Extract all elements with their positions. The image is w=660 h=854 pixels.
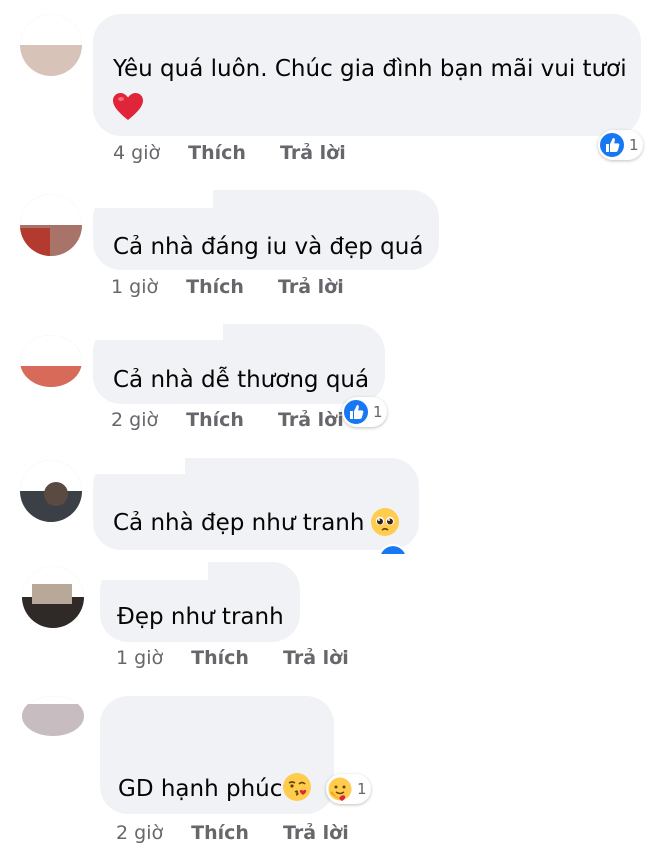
kissing-face-emoji-icon bbox=[282, 772, 312, 802]
reaction-count: 1 bbox=[373, 403, 383, 421]
like-button[interactable]: Thích bbox=[191, 647, 249, 669]
reaction-badge[interactable]: 1 bbox=[342, 397, 387, 427]
like-icon[interactable] bbox=[378, 544, 408, 554]
like-icon bbox=[598, 131, 626, 159]
comment-meta: 4 giờ Thích Trả lời bbox=[113, 142, 346, 164]
like-button[interactable]: Thích bbox=[188, 142, 246, 164]
comment-time: 1 giờ bbox=[116, 647, 164, 669]
comment-meta: 2 giờ Thích Trả lời bbox=[116, 822, 349, 844]
comment-meta: 2 giờ Thích Trả lời bbox=[111, 409, 344, 431]
comment-time: 2 giờ bbox=[111, 409, 159, 431]
comment-text: Cả nhà đẹp như tranh bbox=[113, 510, 365, 536]
avatar[interactable] bbox=[20, 194, 82, 256]
comment-meta: 1 giờ Thích Trả lời bbox=[111, 276, 344, 298]
comment-time: 2 giờ bbox=[116, 822, 164, 844]
like-icon bbox=[342, 398, 370, 426]
comment-time: 4 giờ bbox=[113, 142, 161, 164]
avatar[interactable] bbox=[20, 335, 82, 387]
comment-text: Cả nhà đáng iu và đẹp quá bbox=[113, 234, 424, 260]
avatar[interactable] bbox=[20, 460, 82, 522]
reaction-badge[interactable]: 1 bbox=[598, 130, 643, 160]
avatar[interactable] bbox=[20, 14, 82, 76]
comment-text: Đẹp như tranh bbox=[117, 604, 284, 630]
avatar[interactable] bbox=[22, 566, 84, 628]
like-button[interactable]: Thích bbox=[186, 409, 244, 431]
reply-button[interactable]: Trả lời bbox=[278, 409, 344, 431]
reaction-badge[interactable]: 1 bbox=[326, 774, 371, 804]
comment-text: Cả nhà dễ thương quá bbox=[113, 367, 370, 393]
avatar[interactable] bbox=[22, 696, 84, 736]
reply-button[interactable]: Trả lời bbox=[278, 276, 344, 298]
care-icon bbox=[326, 775, 354, 803]
comment-meta: 1 giờ Thích Trả lời bbox=[116, 647, 349, 669]
comment-text: Yêu quá luôn. Chúc gia đình bạn mãi vui … bbox=[113, 56, 627, 82]
reaction-count: 1 bbox=[629, 136, 639, 154]
heart-emoji-icon bbox=[112, 92, 144, 122]
like-button[interactable]: Thích bbox=[186, 276, 244, 298]
reply-button[interactable]: Trả lời bbox=[283, 822, 349, 844]
reaction-count: 1 bbox=[357, 780, 367, 798]
comment-time: 1 giờ bbox=[111, 276, 159, 298]
reply-button[interactable]: Trả lời bbox=[280, 142, 346, 164]
like-button[interactable]: Thích bbox=[191, 822, 249, 844]
reply-button[interactable]: Trả lời bbox=[283, 647, 349, 669]
comment-text: GD hạnh phúc bbox=[118, 776, 283, 802]
pleading-face-emoji-icon bbox=[370, 507, 400, 537]
